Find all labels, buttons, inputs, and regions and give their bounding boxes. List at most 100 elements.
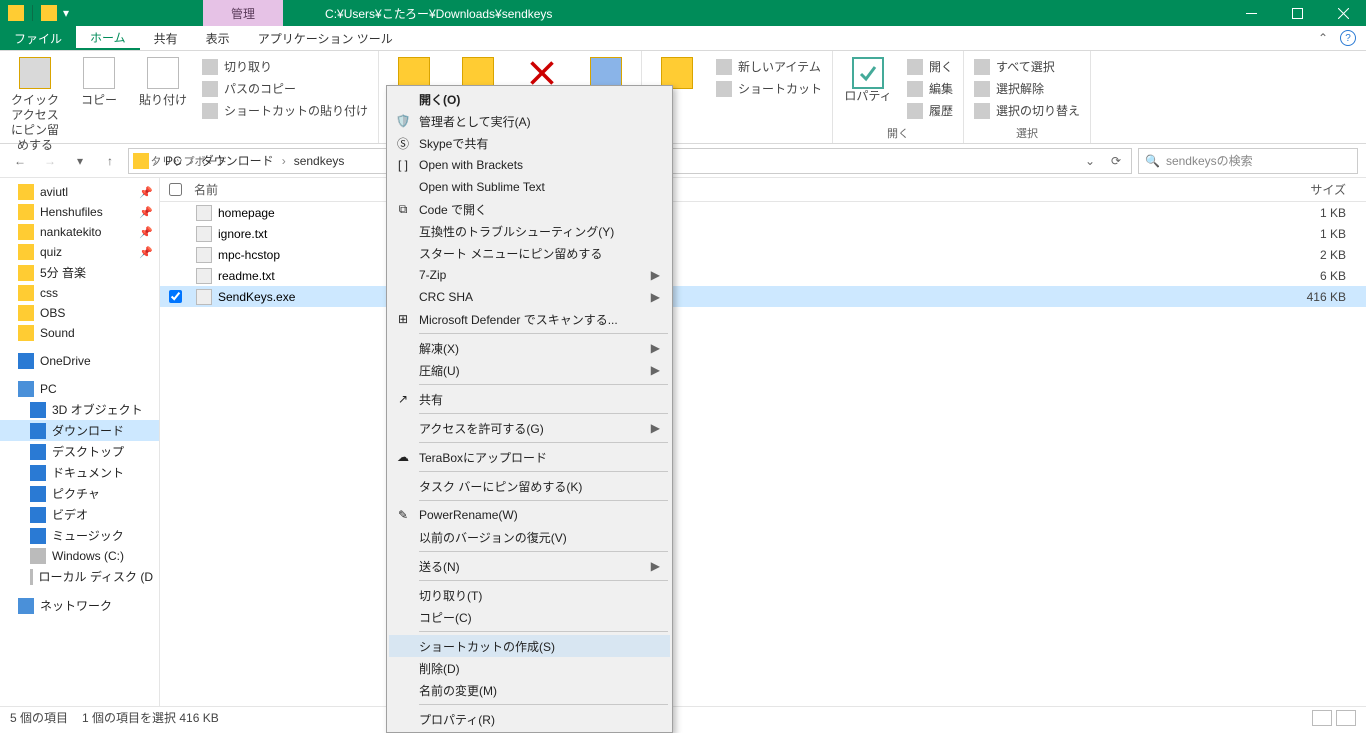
menu-item[interactable]: 開く(O) <box>389 88 670 110</box>
file-row[interactable]: SendKeys.exe416 KB <box>160 286 1366 307</box>
tree-item-pc-child[interactable]: 3D オブジェクト <box>0 399 159 420</box>
properties-button[interactable]: ロパティ <box>839 53 897 104</box>
forward-button[interactable]: → <box>38 149 62 173</box>
file-row[interactable]: homepage1 KB <box>160 202 1366 223</box>
pin-quick-access-button[interactable]: クイック アクセス にピン留めする <box>6 53 64 153</box>
menu-item[interactable]: スタート メニューにピン留めする <box>389 242 670 264</box>
breadcrumb-pc[interactable]: PC <box>161 154 186 168</box>
search-box[interactable]: 🔍 sendkeysの検索 <box>1138 148 1358 174</box>
menu-item[interactable]: ⊞Microsoft Defender でスキャンする... <box>389 308 670 330</box>
tree-item-pc-child[interactable]: ローカル ディスク (D <box>0 566 159 587</box>
refresh-button[interactable]: ⟳ <box>1105 154 1127 168</box>
menu-item[interactable]: 解凍(X)▶ <box>389 337 670 359</box>
tree-item-pc-child[interactable]: ピクチャ <box>0 483 159 504</box>
tree-item-pc-child[interactable]: ビデオ <box>0 504 159 525</box>
tree-item-pc-child[interactable]: ダウンロード <box>0 420 159 441</box>
tree-item-pc-child[interactable]: デスクトップ <box>0 441 159 462</box>
menu-item[interactable]: 7-Zip▶ <box>389 264 670 286</box>
select-all-button[interactable]: すべて選択 <box>970 57 1084 76</box>
menu-item[interactable]: [ ]Open with Brackets <box>389 154 670 176</box>
qat-dropdown-icon[interactable]: ▾ <box>63 6 69 20</box>
menu-item[interactable]: 以前のバージョンの復元(V) <box>389 526 670 548</box>
tree-item-pc-child[interactable]: ドキュメント <box>0 462 159 483</box>
folder-icon <box>30 423 46 439</box>
menu-item[interactable]: 切り取り(T) <box>389 584 670 606</box>
invert-selection-button[interactable]: 選択の切り替え <box>970 101 1084 120</box>
tree-item-quick[interactable]: css <box>0 283 159 303</box>
defender-icon: ⊞ <box>395 311 411 327</box>
select-all-checkbox[interactable] <box>169 183 182 196</box>
open-button[interactable]: 開く <box>903 57 957 76</box>
menu-item[interactable]: ✎PowerRename(W) <box>389 504 670 526</box>
column-size[interactable]: サイズ <box>1266 181 1366 198</box>
tab-app-tools[interactable]: アプリケーション ツール <box>244 26 407 50</box>
up-button[interactable]: ↑ <box>98 149 122 173</box>
back-button[interactable]: ← <box>8 149 32 173</box>
minimize-button[interactable] <box>1228 0 1274 26</box>
menu-separator <box>419 442 668 443</box>
file-row[interactable]: ignore.txt1 KB <box>160 223 1366 244</box>
address-dropdown-icon[interactable]: ⌄ <box>1079 154 1101 168</box>
menu-item[interactable]: 互換性のトラブルシューティング(Y) <box>389 220 670 242</box>
menu-item[interactable]: ⓈSkypeで共有 <box>389 132 670 154</box>
tab-share[interactable]: 共有 <box>140 26 192 50</box>
delete-button[interactable] <box>513 53 571 89</box>
new-item-button[interactable]: 新しいアイテム <box>712 57 826 76</box>
menu-item[interactable]: ⧉Code で開く <box>389 198 670 220</box>
menu-item[interactable]: ↗共有 <box>389 388 670 410</box>
menu-item[interactable]: プロパティ(R) <box>389 708 670 730</box>
paste-button[interactable]: 貼り付け <box>134 53 192 108</box>
tree-item-quick[interactable]: OBS <box>0 303 159 323</box>
copy-button[interactable]: コピー <box>70 53 128 108</box>
menu-item[interactable]: タスク バーにピン留めする(K) <box>389 475 670 497</box>
tree-item-quick[interactable]: quiz📌 <box>0 242 159 262</box>
menu-item[interactable]: 送る(N)▶ <box>389 555 670 577</box>
menu-item[interactable]: アクセスを許可する(G)▶ <box>389 417 670 439</box>
easy-access-button[interactable]: ショートカット <box>712 79 826 98</box>
details-view-button[interactable] <box>1312 710 1332 726</box>
navigation-pane[interactable]: aviutl📌Henshufiles📌nankatekito📌quiz📌5分 音… <box>0 178 160 706</box>
file-row[interactable]: mpc-hcstop2 KB <box>160 244 1366 265</box>
recent-dropdown-icon[interactable]: ▾ <box>68 149 92 173</box>
help-icon[interactable]: ? <box>1340 30 1356 46</box>
menu-item[interactable]: CRC SHA▶ <box>389 286 670 308</box>
tree-item-quick[interactable]: aviutl📌 <box>0 182 159 202</box>
thumbnails-view-button[interactable] <box>1336 710 1356 726</box>
history-button[interactable]: 履歴 <box>903 101 957 120</box>
tree-item-pc[interactable]: PC <box>0 379 159 399</box>
tree-item-network[interactable]: ネットワーク <box>0 595 159 616</box>
tree-item-pc-child[interactable]: ミュージック <box>0 525 159 546</box>
breadcrumb-folder[interactable]: sendkeys <box>290 154 349 168</box>
contextual-tab-manage[interactable]: 管理 <box>203 0 283 26</box>
collapse-ribbon-icon[interactable]: ⌃ <box>1318 31 1328 45</box>
row-checkbox[interactable] <box>169 290 182 303</box>
file-row[interactable]: readme.txt6 KB <box>160 265 1366 286</box>
breadcrumb-downloads[interactable]: ダウンロード <box>198 152 278 169</box>
scissors-icon <box>202 59 218 75</box>
menu-item[interactable]: コピー(C) <box>389 606 670 628</box>
tab-file[interactable]: ファイル <box>0 26 76 50</box>
menu-item[interactable]: ショートカットの作成(S) <box>389 635 670 657</box>
tree-item-quick[interactable]: Sound <box>0 323 159 343</box>
copy-path-button[interactable]: パスのコピー <box>198 79 372 98</box>
tree-item-pc-child[interactable]: Windows (C:) <box>0 546 159 566</box>
edit-button[interactable]: 編集 <box>903 79 957 98</box>
tree-item-onedrive[interactable]: OneDrive <box>0 351 159 371</box>
select-none-button[interactable]: 選択解除 <box>970 79 1084 98</box>
menu-item[interactable]: 名前の変更(M) <box>389 679 670 701</box>
tab-home[interactable]: ホーム <box>76 26 140 50</box>
menu-item[interactable]: ☁TeraBoxにアップロード <box>389 446 670 468</box>
menu-item[interactable]: Open with Sublime Text <box>389 176 670 198</box>
cut-button[interactable]: 切り取り <box>198 57 372 76</box>
file-list-pane[interactable]: 名前 サイズ homepage1 KBignore.txt1 KBmpc-hcs… <box>160 178 1366 706</box>
tree-item-quick[interactable]: nankatekito📌 <box>0 222 159 242</box>
close-button[interactable] <box>1320 0 1366 26</box>
maximize-button[interactable] <box>1274 0 1320 26</box>
tab-view[interactable]: 表示 <box>192 26 244 50</box>
tree-item-quick[interactable]: Henshufiles📌 <box>0 202 159 222</box>
menu-item[interactable]: 🛡️管理者として実行(A) <box>389 110 670 132</box>
menu-item[interactable]: 圧縮(U)▶ <box>389 359 670 381</box>
menu-item[interactable]: 削除(D) <box>389 657 670 679</box>
paste-shortcut-button[interactable]: ショートカットの貼り付け <box>198 101 372 120</box>
tree-item-quick[interactable]: 5分 音楽 <box>0 262 159 283</box>
